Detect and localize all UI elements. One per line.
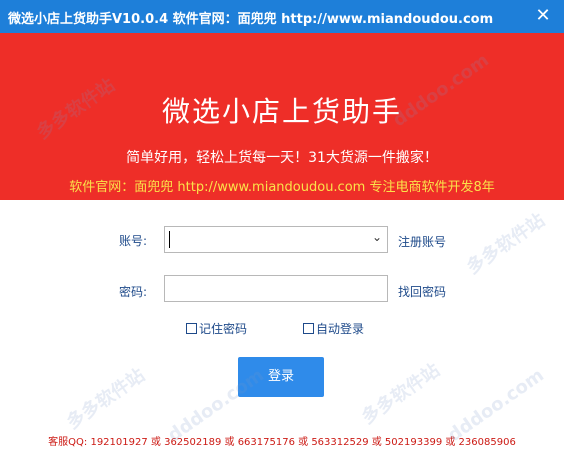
account-label: 账号:: [119, 234, 148, 248]
auto-login-checkbox[interactable]: 自动登录: [303, 320, 364, 337]
window-title: 微选小店上货助手V10.0.4 软件官网：面兜兜 http://www.mian…: [8, 12, 494, 27]
header-banner: 微选小店上货助手 简单好用，轻松上货每一天！31大货源一件搬家！ 软件官网：面兜…: [0, 33, 564, 200]
account-select[interactable]: ⌄: [164, 226, 388, 253]
register-account-link[interactable]: 注册账号: [398, 233, 446, 250]
close-icon[interactable]: ✕: [532, 5, 554, 27]
recover-password-link[interactable]: 找回密码: [398, 283, 446, 300]
login-button[interactable]: 登录: [238, 357, 324, 397]
auto-login-label: 自动登录: [316, 322, 365, 336]
password-field[interactable]: [164, 275, 388, 302]
title-bar[interactable]: 微选小店上货助手V10.0.4 软件官网：面兜兜 http://www.mian…: [0, 0, 564, 33]
app-slogan: 简单好用，轻松上货每一天！31大货源一件搬家！: [126, 150, 438, 166]
watermark: 多多软件站: [462, 209, 549, 279]
checkbox-icon[interactable]: [303, 323, 314, 334]
remember-password-label: 记住密码: [199, 322, 248, 336]
app-window: 微选小店上货助手V10.0.4 软件官网：面兜兜 http://www.mian…: [0, 0, 564, 457]
website-info: 软件官网：面兜兜 http://www.miandoudou.com 专注电商软…: [69, 180, 495, 195]
watermark: 多多软件站: [357, 359, 444, 429]
watermark: 多多软件站: [62, 364, 149, 434]
remember-password-checkbox[interactable]: 记住密码: [186, 320, 247, 337]
support-qq-list: 客服QQ: 192101927 或 362502189 或 663175176 …: [48, 437, 516, 448]
app-headline: 微选小店上货助手: [161, 95, 402, 128]
chevron-down-icon[interactable]: ⌄: [372, 230, 382, 244]
checkbox-icon[interactable]: [186, 323, 197, 334]
text-cursor: [169, 231, 170, 248]
password-label: 密码:: [119, 285, 148, 299]
